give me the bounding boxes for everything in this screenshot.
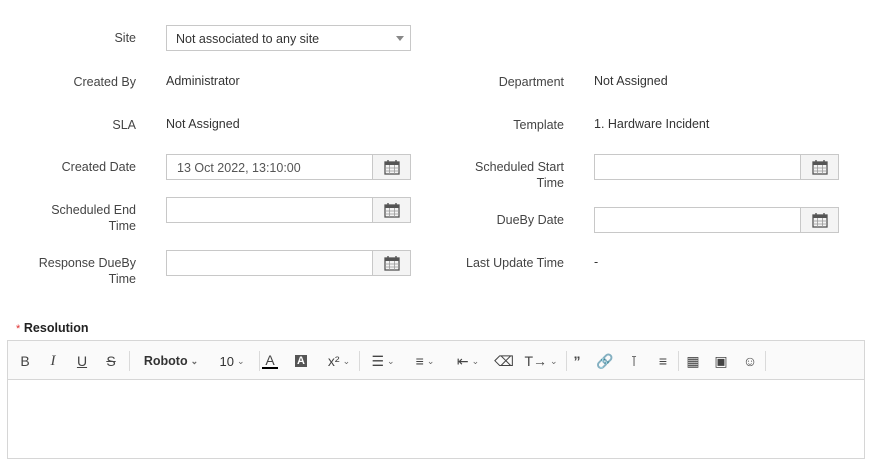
- scheduled-start-label-line1: Scheduled Start: [475, 160, 564, 174]
- font-size-select[interactable]: 10 ⌄: [210, 352, 254, 370]
- background-color-button[interactable]: A: [292, 352, 310, 370]
- chevron-down-icon: ⌄: [236, 355, 245, 366]
- strikethrough-button[interactable]: S: [102, 352, 120, 370]
- clear-format-icon: T→: [524, 353, 547, 369]
- eraser-icon: ⌫: [494, 352, 514, 369]
- template-label: Template: [513, 118, 564, 132]
- caret-down-icon: [396, 36, 404, 41]
- image-button[interactable]: ▣: [712, 352, 730, 370]
- scheduled-start-label-line2: Time: [536, 176, 564, 190]
- chevron-down-icon: ⌄: [550, 355, 558, 366]
- dueby-date-label: DueBy Date: [496, 213, 564, 227]
- indent-button[interactable]: ⇤ ⌄: [451, 352, 485, 370]
- toolbar-divider: [259, 351, 260, 371]
- last-update-value: -: [594, 255, 599, 269]
- scheduled-end-field[interactable]: [166, 197, 411, 223]
- bullet-list-icon: ≡: [415, 353, 424, 369]
- toolbar-divider: [765, 351, 766, 371]
- italic-icon: I: [50, 352, 56, 369]
- font-color-icon: A: [265, 352, 275, 368]
- created-by-value: Administrator: [166, 74, 240, 88]
- scheduled-start-field[interactable]: [594, 154, 839, 180]
- font-color-button[interactable]: A: [261, 352, 279, 370]
- scheduled-start-label: Scheduled Start Time: [440, 159, 564, 191]
- italic-button[interactable]: I: [44, 352, 62, 370]
- superscript-button[interactable]: x² ⌄: [322, 352, 356, 370]
- calendar-icon[interactable]: [800, 155, 838, 179]
- chevron-down-icon: ⌄: [387, 355, 395, 366]
- image-icon: ▣: [714, 352, 728, 369]
- clear-format-button[interactable]: T→ ⌄: [524, 352, 558, 370]
- horizontal-rule-icon: ≡: [658, 353, 668, 369]
- table-button[interactable]: ▦: [684, 352, 702, 370]
- created-date-label: Created Date: [61, 160, 136, 174]
- indent-icon: ⇤: [456, 352, 469, 369]
- bold-button[interactable]: B: [16, 352, 34, 370]
- strikethrough-icon: S: [106, 353, 116, 369]
- response-dueby-label-line2: Time: [108, 272, 136, 286]
- chevron-down-icon: ⌄: [471, 355, 480, 366]
- department-value: Not Assigned: [594, 74, 668, 88]
- toolbar-divider: [678, 351, 679, 371]
- quote-icon: ”: [573, 353, 581, 369]
- site-select[interactable]: Not associated to any site: [166, 25, 411, 51]
- resolution-editor[interactable]: [7, 379, 865, 459]
- font-color-bar: [262, 367, 278, 369]
- response-dueby-field[interactable]: [166, 250, 411, 276]
- background-color-icon: A: [295, 355, 307, 367]
- resolution-label: Resolution: [23, 321, 89, 335]
- toolbar-divider: [129, 351, 130, 371]
- quote-button[interactable]: ”: [568, 352, 586, 370]
- sla-value: Not Assigned: [166, 117, 240, 131]
- department-label: Department: [498, 75, 564, 89]
- created-date-field[interactable]: 13 Oct 2022, 13:10:00: [166, 154, 411, 180]
- response-dueby-label: Response DueBy Time: [20, 255, 136, 287]
- chevron-down-icon: ⌄: [426, 355, 435, 366]
- align-icon: ☰: [371, 352, 384, 369]
- scheduled-end-label-line2: Time: [108, 219, 136, 233]
- underline-button[interactable]: U: [73, 352, 91, 370]
- template-value: 1. Hardware Incident: [594, 117, 710, 131]
- horizontal-rule-button[interactable]: ≡: [654, 352, 672, 370]
- align-button[interactable]: ☰ ⌄: [366, 352, 400, 370]
- emoji-button[interactable]: ☺: [741, 352, 759, 370]
- created-date-value: 13 Oct 2022, 13:10:00: [177, 161, 301, 175]
- emoji-icon: ☺: [742, 353, 758, 369]
- calendar-icon[interactable]: [372, 155, 410, 179]
- font-family-select[interactable]: Roboto ⌄: [136, 352, 206, 370]
- dueby-date-field[interactable]: [594, 207, 839, 233]
- editor-toolbar: B I U S Roboto ⌄ 10 ⌄ A A x² ⌄ ☰ ⌄ ≡ ⌄ ⇤ ⌄ ⌫ T…: [7, 340, 865, 380]
- table-icon: ▦: [686, 352, 700, 369]
- sla-label: SLA: [112, 118, 136, 132]
- link-button[interactable]: 🔗: [596, 352, 614, 370]
- site-select-value: Not associated to any site: [176, 32, 320, 46]
- calendar-icon[interactable]: [372, 251, 410, 275]
- site-label: Site: [114, 31, 136, 45]
- response-dueby-label-line1: Response DueBy: [38, 256, 136, 270]
- scheduled-end-label: Scheduled End Time: [20, 202, 136, 234]
- created-by-label: Created By: [73, 75, 136, 89]
- font-size-value: 10: [219, 353, 234, 369]
- eraser-button[interactable]: ⌫: [494, 352, 514, 370]
- font-family-value: Roboto: [143, 354, 188, 368]
- unlink-icon: ⊺: [630, 352, 638, 369]
- last-update-label: Last Update Time: [466, 256, 564, 270]
- unlink-button[interactable]: ⊺: [625, 352, 643, 370]
- chevron-down-icon: ⌄: [342, 355, 351, 366]
- link-icon: 🔗: [596, 352, 614, 369]
- bold-icon: B: [20, 353, 30, 369]
- underline-icon: U: [76, 353, 88, 369]
- chevron-down-icon: ⌄: [190, 355, 199, 366]
- toolbar-divider: [359, 351, 360, 371]
- toolbar-divider: [566, 351, 567, 371]
- calendar-icon[interactable]: [800, 208, 838, 232]
- bullet-list-button[interactable]: ≡ ⌄: [408, 352, 442, 370]
- resolution-heading: * Resolution: [16, 320, 89, 335]
- calendar-icon[interactable]: [372, 198, 410, 222]
- required-mark: *: [16, 323, 21, 335]
- scheduled-end-label-line1: Scheduled End: [51, 203, 136, 217]
- superscript-icon: x²: [327, 353, 340, 369]
